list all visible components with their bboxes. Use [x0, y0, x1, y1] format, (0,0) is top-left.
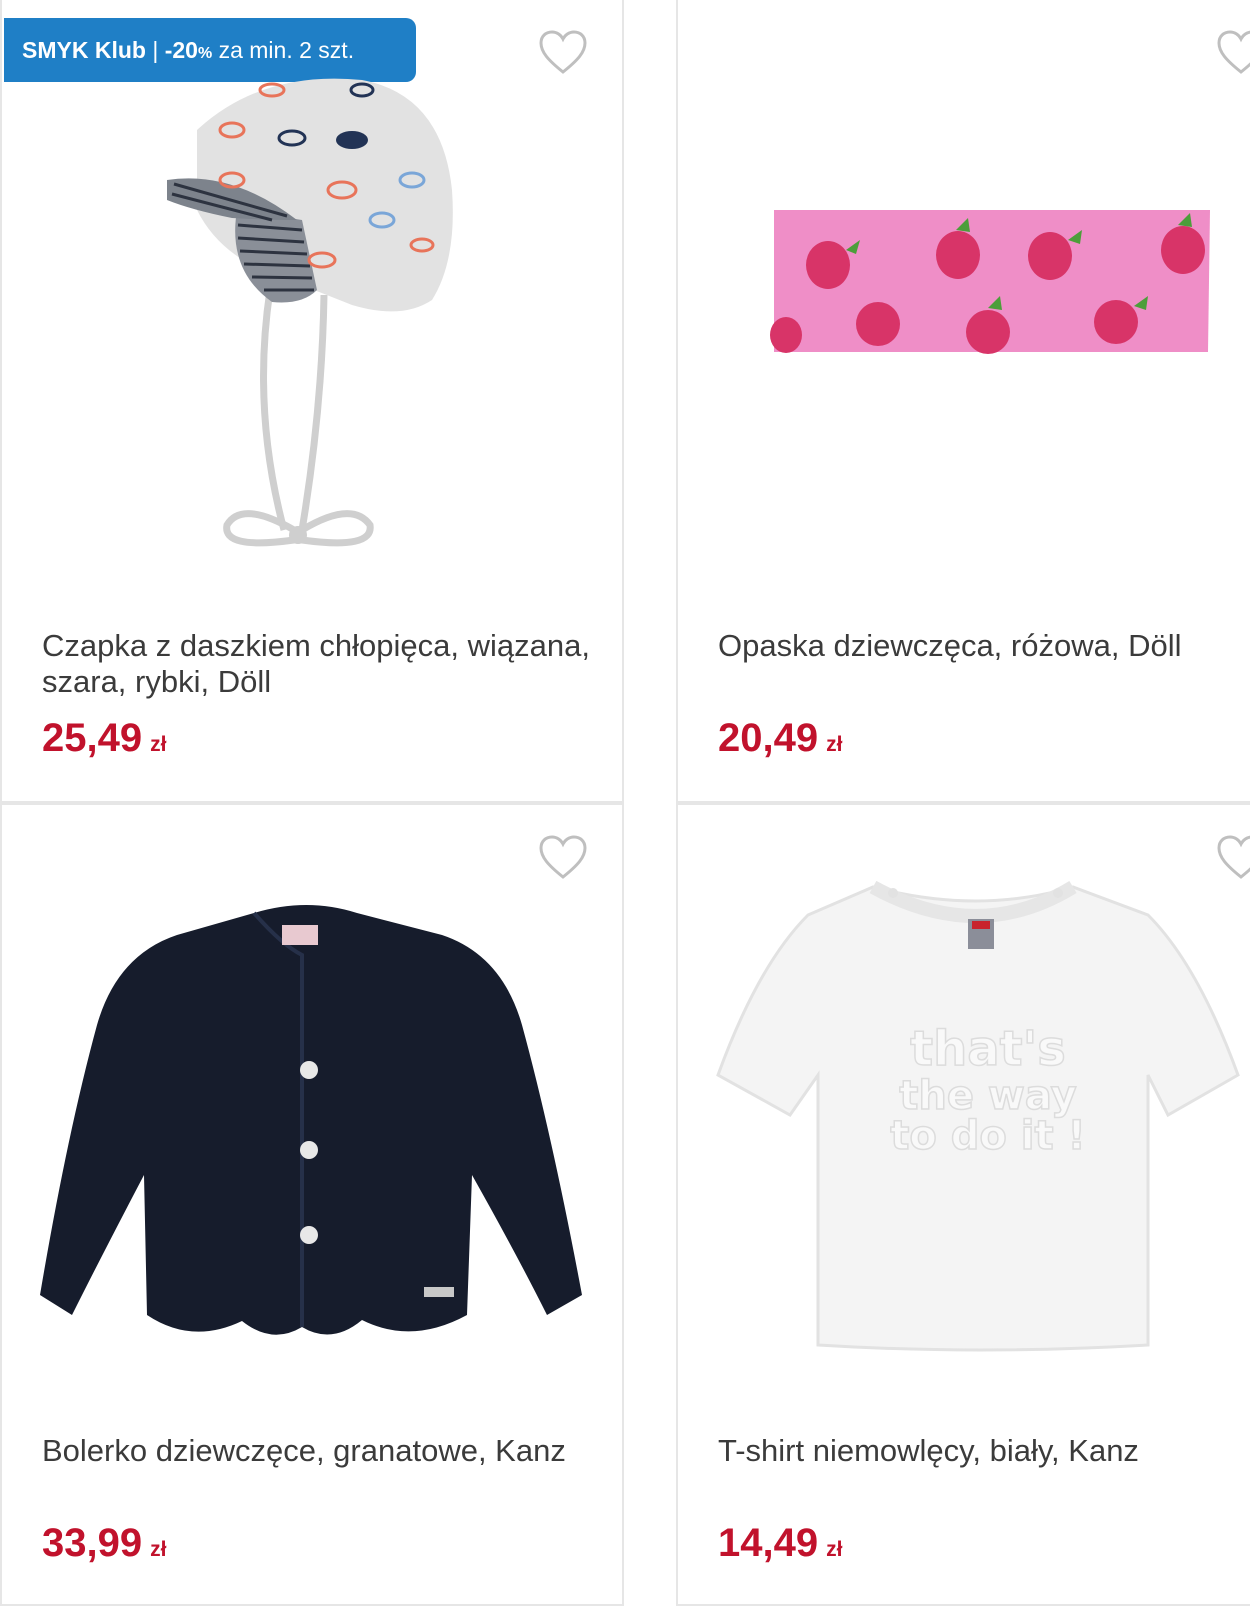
product-card[interactable]: Bolerko dziewczęce, granatowe, Kanz 33,9… [0, 803, 624, 1606]
promo-condition: za min. 2 szt. [218, 37, 355, 63]
product-price: 14,49 zł [718, 1521, 842, 1566]
product-image-bolero[interactable] [2, 875, 624, 1435]
promo-brand: SMYK Klub [22, 37, 146, 63]
price-value: 25,49 [42, 716, 143, 760]
product-image-cap[interactable] [2, 70, 624, 630]
price-currency: zł [150, 733, 167, 756]
tshirt-print-line-3: to do it ! [890, 1113, 1086, 1159]
price-currency: zł [826, 733, 843, 756]
product-price: 25,49 zł [42, 716, 166, 761]
price-value: 20,49 [718, 716, 819, 760]
price-currency: zł [150, 1538, 167, 1561]
product-image-tshirt[interactable]: that's the way to do it ! [678, 875, 1250, 1435]
product-card[interactable]: Opaska dziewczęca, różowa, Döll 20,49 zł [676, 0, 1250, 803]
product-title[interactable]: Bolerko dziewczęce, granatowe, Kanz [42, 1433, 602, 1469]
product-title[interactable]: Opaska dziewczęca, różowa, Döll [718, 628, 1250, 664]
promo-discount: -20 [164, 37, 198, 63]
price-value: 33,99 [42, 1521, 143, 1565]
price-value: 14,49 [718, 1521, 819, 1565]
product-title[interactable]: T-shirt niemowlęcy, biały, Kanz [718, 1433, 1250, 1469]
product-card[interactable]: SMYK Klub | -20% za min. 2 szt. Czapka z… [0, 0, 624, 803]
promo-percent: % [197, 45, 213, 62]
product-image-headband[interactable] [678, 70, 1250, 630]
product-grid: SMYK Klub | -20% za min. 2 szt. Czapka z… [0, 0, 1250, 1610]
product-card[interactable]: that's the way to do it ! T-shirt niemow… [676, 803, 1250, 1606]
promo-separator: | [152, 37, 159, 63]
product-price: 20,49 zł [718, 716, 842, 761]
product-price: 33,99 zł [42, 1521, 166, 1566]
price-currency: zł [826, 1538, 843, 1561]
product-title[interactable]: Czapka z daszkiem chłopięca, wiązana, sz… [42, 628, 602, 700]
tshirt-print-line-1: that's [910, 1021, 1066, 1077]
